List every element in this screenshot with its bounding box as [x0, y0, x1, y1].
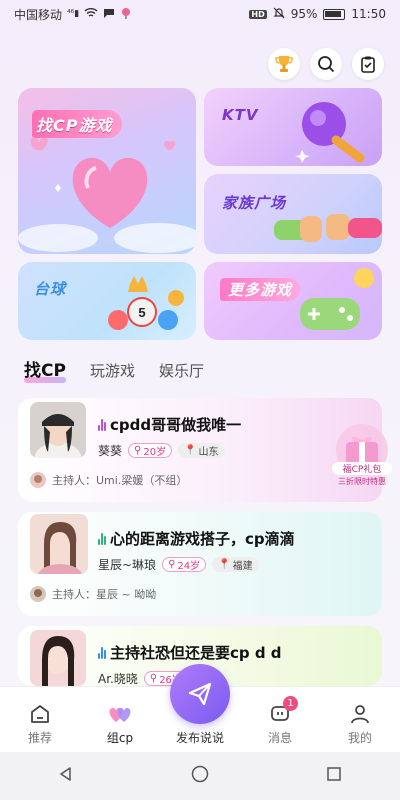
location-pin-icon: 📍	[184, 445, 197, 456]
host-label: 主持人：	[52, 588, 96, 601]
recent-apps-icon[interactable]	[326, 766, 342, 786]
ktv-card[interactable]: KTV	[204, 88, 382, 166]
location-badge: 📍 山东	[178, 443, 225, 458]
search-icon: ⚲	[149, 673, 158, 684]
billiard-balls-illustration: 5	[108, 276, 184, 330]
send-plane-icon	[188, 682, 212, 706]
hd-icon: HD	[249, 9, 267, 19]
live-bars-icon	[98, 418, 106, 431]
home-icon	[31, 705, 49, 723]
live-bars-icon	[98, 532, 106, 545]
clock: 11:50	[351, 7, 386, 21]
cp-gift-pack-float[interactable]: 福CP礼包 三折限时特惠	[332, 422, 392, 494]
room-meta: 葵葵 ⚲ 20岁 📍 山东	[98, 442, 225, 459]
nav-publish-label: 发布说说	[175, 731, 224, 745]
host-avatar	[30, 586, 46, 602]
app-notification-icon	[120, 7, 132, 22]
status-bar: 中国移动 ⁴⁶▮ HD 95% 11:50	[0, 0, 400, 28]
room-title: 心的距离游戏搭子，cp滴滴	[98, 528, 295, 549]
home-circle-icon[interactable]	[191, 765, 209, 787]
microphone-illustration	[295, 102, 365, 163]
room-avatar[interactable]	[30, 630, 86, 686]
room-title: 主持社恐但还是要cp d d	[98, 642, 282, 663]
location-pin-icon: 📍	[218, 559, 231, 570]
status-left: 中国移动 ⁴⁶▮	[14, 6, 132, 23]
room-card[interactable]: cpdd哥哥做我唯一 葵葵 ⚲ 20岁 📍 山东 主持人： Umi.梁媛（不组）	[18, 398, 382, 502]
room-card[interactable]: 心的距离游戏搭子，cp滴滴 星辰~琳琅 ⚲ 24岁 📍 福建 主持人： 星辰 ~ 呦呦	[18, 512, 382, 616]
more-games-card[interactable]: 更多游戏	[204, 262, 382, 340]
room-avatar[interactable]	[30, 514, 88, 574]
room-owner-name: Ar.晓晓	[98, 672, 138, 686]
room-title-text: 主持社恐但还是要cp d d	[110, 644, 282, 662]
nav-recommend-label: 推荐	[27, 731, 52, 745]
gift-badge-line1: 福CP礼包	[332, 462, 392, 475]
search-button[interactable]	[310, 48, 342, 80]
tab-find-cp[interactable]: 找CP	[24, 356, 66, 383]
category-tabs: 找CP 玩游戏 娱乐厅	[24, 356, 204, 383]
age-badge: ⚲ 20岁	[128, 443, 173, 458]
family-square-card[interactable]: 家族广场	[204, 174, 382, 254]
nav-me-label: 我的	[347, 731, 372, 745]
search-icon	[318, 56, 335, 73]
location-text: 山东	[198, 447, 219, 458]
nav-messages[interactable]: 1 消息	[248, 696, 312, 746]
search-icon: ⚲	[168, 559, 176, 570]
room-host: 主持人： Umi.梁媛（不组）	[30, 472, 187, 488]
find-cp-game-card[interactable]: 找CP游戏	[18, 88, 196, 254]
trophy-button[interactable]	[268, 48, 300, 80]
gamepad-illustration	[300, 268, 374, 330]
room-owner-name: 葵葵	[98, 444, 123, 458]
mute-icon	[273, 7, 285, 22]
status-right: HD 95% 11:50	[249, 7, 386, 22]
user-icon	[351, 705, 369, 724]
system-nav-bar	[0, 752, 400, 800]
nav-me[interactable]: 我的	[328, 702, 392, 746]
tab-play-games[interactable]: 玩游戏	[90, 360, 135, 381]
age-text: 24岁	[177, 561, 201, 572]
nav-group-cp[interactable]: 组cp	[88, 702, 152, 746]
carrier-label: 中国移动	[14, 7, 63, 22]
room-meta: 星辰~琳琅 ⚲ 24岁 📍 福建	[98, 556, 259, 573]
host-avatar	[30, 472, 46, 488]
tasks-button[interactable]	[352, 48, 384, 80]
trophy-icon	[275, 56, 293, 72]
signal-icon: ⁴⁶▮	[67, 9, 80, 19]
fist-bump-illustration	[274, 214, 382, 242]
location-text: 福建	[232, 561, 253, 572]
gift-badge-line2: 三折限时特惠	[338, 477, 386, 486]
location-badge: 📍 福建	[212, 557, 259, 572]
messages-unread-badge: 1	[283, 696, 298, 711]
live-bars-icon	[98, 646, 106, 659]
room-owner-name: 星辰~琳琅	[98, 558, 157, 572]
top-actions	[268, 48, 384, 80]
tab-entertainment-hall[interactable]: 娱乐厅	[159, 360, 204, 381]
host-label: 主持人：	[52, 474, 96, 487]
age-badge: ⚲ 24岁	[162, 557, 207, 572]
back-icon[interactable]	[58, 766, 74, 786]
room-title-text: 心的距离游戏搭子，cp滴滴	[110, 530, 295, 548]
billiards-card[interactable]: 台球 5	[18, 262, 196, 340]
clipboard-icon	[361, 56, 375, 73]
search-icon: ⚲	[134, 445, 142, 456]
svg-text:5: 5	[138, 305, 145, 320]
room-title-text: cpdd哥哥做我唯一	[110, 416, 242, 434]
wifi-icon	[84, 7, 98, 21]
battery-icon	[323, 8, 346, 20]
room-avatar[interactable]	[30, 402, 86, 458]
nav-recommend[interactable]: 推荐	[8, 702, 72, 746]
room-host: 主持人： 星辰 ~ 呦呦	[30, 586, 156, 602]
host-name: 星辰 ~ 呦呦	[96, 588, 157, 601]
publish-post-button[interactable]	[170, 664, 230, 724]
double-heart-icon	[109, 708, 131, 722]
host-name: Umi.梁媛（不组）	[96, 474, 188, 487]
battery-percent: 95%	[290, 7, 318, 21]
age-text: 20岁	[143, 447, 167, 458]
nav-messages-label: 消息	[267, 731, 292, 745]
chat-notification-icon	[103, 7, 115, 22]
nav-group-cp-label: 组cp	[106, 731, 134, 745]
room-title: cpdd哥哥做我唯一	[98, 414, 241, 435]
heart-illustration	[18, 137, 196, 253]
